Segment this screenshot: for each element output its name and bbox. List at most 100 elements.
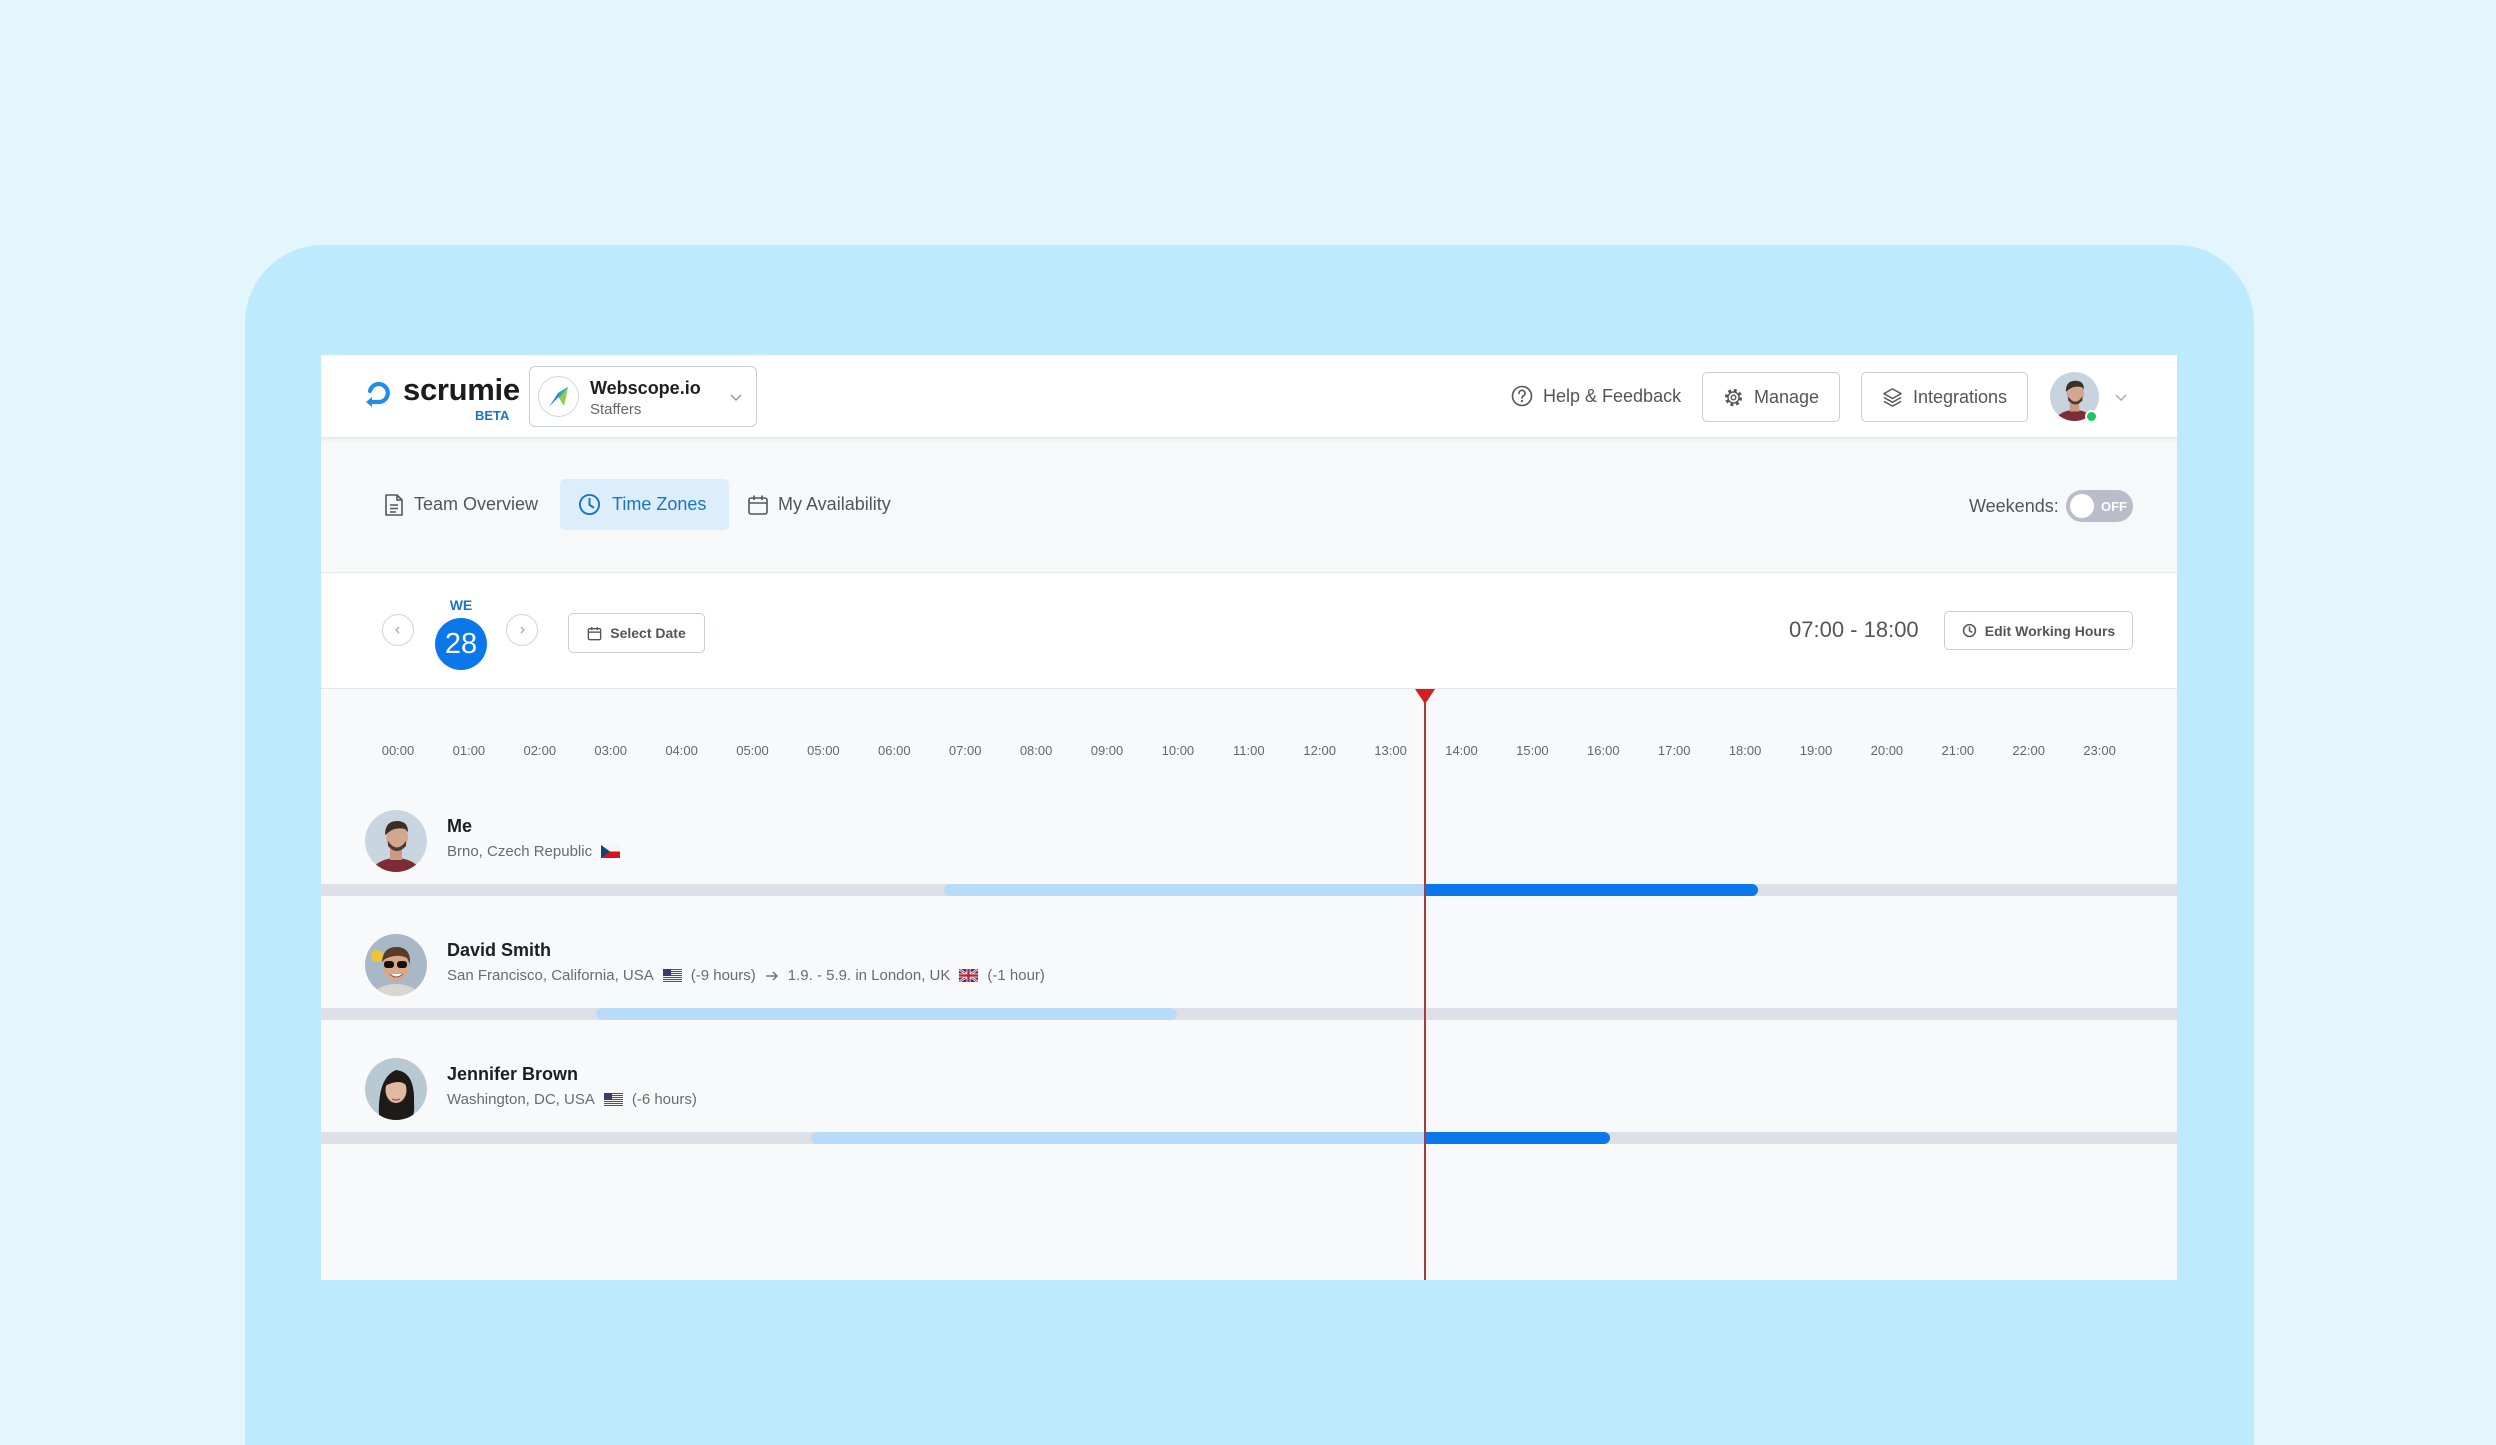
uk-flag-icon [959,969,979,982]
hour-label: 05:00 [736,743,769,758]
timezone-offset: (-9 hours) [690,967,756,984]
tab-time-zones[interactable]: Time Zones [560,479,729,530]
hour-label: 19:00 [1799,743,1833,758]
chevron-left-icon [395,626,400,634]
availability-segment-elapsed [596,1008,1178,1020]
tab-team-overview[interactable]: Team Overview [384,479,538,530]
clock-icon [578,493,601,516]
select-date-label: Select Date [610,625,686,641]
top-header: scrumie BETA Webscope.io Staffers Help &… [321,355,2177,438]
previous-day-button[interactable] [382,614,414,646]
hour-label: 06:00 [878,743,911,758]
availability-track [321,1132,2177,1144]
integrations-button[interactable]: Integrations [1861,372,2028,422]
current-time-marker [1415,689,1435,704]
arrow-right-icon [765,971,778,980]
member-name: Me [447,816,473,836]
availability-segment-elapsed [944,884,1425,896]
tab-label: Time Zones [612,494,707,514]
usa-flag-icon [662,969,682,982]
hour-label: 15:00 [1516,743,1549,758]
hour-label: 10:00 [1161,743,1195,758]
availability-segment-remaining [1425,1132,1610,1144]
timezone-timeline: 00:00 01:00 02:00 03:00 04:00 05:00 05:00 06:00… [321,689,2177,1280]
availability-track [321,1008,2177,1020]
hour-label: 23:00 [2083,743,2116,758]
travel-period: 1.9. - 5.9. in London, UK [787,967,951,984]
document-icon [385,493,403,516]
avatar [365,810,427,872]
app-window: scrumie BETA Webscope.io Staffers Help &… [321,355,2177,1280]
weekday-label: WE [449,597,473,613]
czech-flag-icon [601,845,621,858]
clock-icon [1962,623,1976,638]
edit-working-hours-label: Edit Working Hours [1984,622,2116,639]
availability-segment-remaining [1425,884,1758,896]
calendar-icon [748,495,768,515]
team-name: Staffers [590,401,642,418]
manage-label: Manage [1753,386,1820,407]
member-name: David Smith [447,940,552,960]
hour-label: 02:00 [523,743,557,758]
toggle-state: OFF [2101,499,2127,514]
hour-label: 16:00 [1587,743,1620,758]
hour-label: 12:00 [1303,743,1336,758]
edit-working-hours-button[interactable]: Edit Working Hours [1944,611,2133,650]
weekends-toggle[interactable]: OFF [2066,490,2133,522]
availability-segment-elapsed [810,1132,1425,1144]
weekends-label: Weekends: [1969,496,2059,516]
tab-label: Team Overview [414,494,539,514]
gear-icon [1724,388,1743,406]
help-icon [1511,385,1533,407]
hour-label: 14:00 [1445,743,1478,758]
hour-label: 22:00 [2012,743,2045,758]
toggle-knob [2070,494,2094,518]
hour-label: 07:00 [948,743,982,758]
member-location: Brno, Czech Republic [447,843,621,860]
view-tabs-bar: Team Overview Time Zones My Availability… [321,438,2177,573]
app-name: scrumie [403,372,520,407]
hour-label: 01:00 [452,743,486,758]
availability-track [321,884,2177,896]
manage-button[interactable]: Manage [1702,372,1840,422]
organization-name: Webscope.io [590,378,701,398]
travel-timezone-offset: (-1 hour) [987,967,1045,984]
hour-label: 18:00 [1728,743,1762,758]
scrumie-logo-icon [366,381,390,407]
timezone-offset: (-6 hours) [631,1091,697,1108]
location-text: Washington, DC, USA [447,1091,595,1108]
chevron-down-icon [730,394,742,402]
next-day-button[interactable] [506,614,538,646]
tab-my-availability[interactable]: My Availability [747,479,891,530]
hour-label: 13:00 [1374,743,1407,758]
member-location: Washington, DC, USA (-6 hours) [447,1091,697,1108]
avatar [365,934,427,996]
layers-icon [1883,387,1902,407]
integrations-label: Integrations [1912,386,2008,407]
member-name: Jennifer Brown [447,1064,579,1084]
hour-label: 09:00 [1090,743,1124,758]
calendar-icon [587,626,602,640]
member-row: Jennifer Brown Washington, DC, USA (-6 h… [321,1034,2177,1158]
hour-label: 21:00 [1941,743,1975,758]
help-feedback-link[interactable]: Help & Feedback [1511,383,1681,409]
online-status-indicator [2085,410,2098,423]
working-hours-range: 07:00 - 18:00 [1789,617,1919,642]
beta-badge: BETA [475,408,510,423]
tab-label: My Availability [778,494,891,514]
hour-label: 03:00 [594,743,627,758]
hour-label: 08:00 [1019,743,1053,758]
hour-label: 05:00 [807,743,840,758]
hour-label: 00:00 [381,743,415,758]
current-time-line [1424,689,1426,1280]
chevron-down-icon[interactable] [2113,389,2129,405]
hour-label: 17:00 [1657,743,1691,758]
member-row: Me Brno, Czech Republic [321,786,2177,910]
location-text: San Francisco, California, USA [447,967,654,984]
select-date-button[interactable]: Select Date [568,613,705,653]
chevron-right-icon [520,626,525,634]
avatar [365,1058,427,1120]
hour-label: 20:00 [1870,743,1904,758]
hour-label: 11:00 [1233,743,1265,758]
organization-selector[interactable]: Webscope.io Staffers [529,366,757,427]
